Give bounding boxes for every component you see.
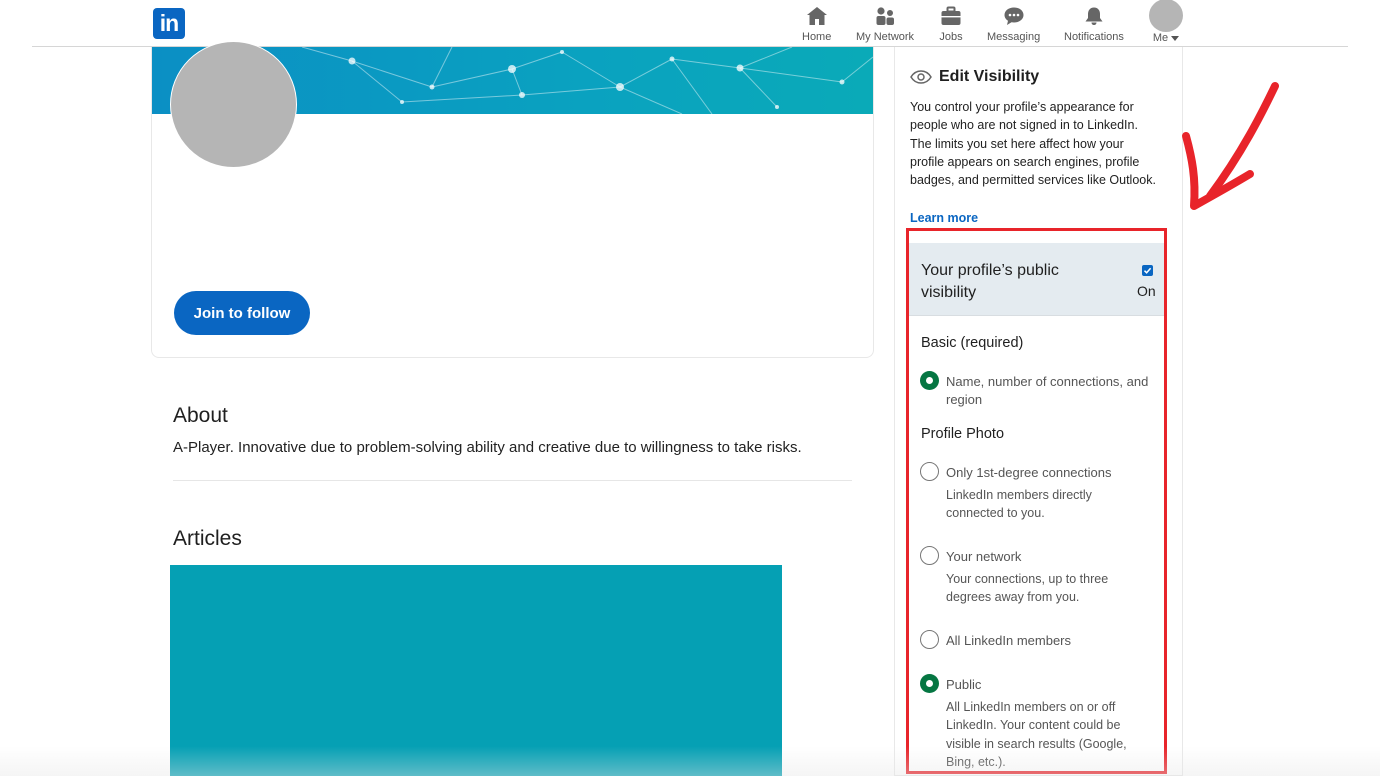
profile-avatar	[170, 41, 297, 168]
nav-messaging[interactable]: Messaging	[987, 4, 1040, 44]
nav-notifications[interactable]: Notifications	[1064, 4, 1124, 44]
nav-messaging-label: Messaging	[987, 31, 1041, 43]
logo-text: in	[159, 9, 179, 36]
basic-option-label: Name, number of connections, and region	[946, 374, 1149, 407]
photo-option-desc: Your connections, up to three degrees aw…	[946, 572, 1109, 605]
basic-radio[interactable]	[920, 371, 939, 390]
nav-home[interactable]: Home	[802, 4, 831, 44]
photo-option-label: Your network	[946, 549, 1022, 564]
edit-visibility-header: Edit Visibility	[910, 68, 1039, 86]
messaging-icon	[1002, 4, 1026, 28]
nav-notifications-label: Notifications	[1064, 31, 1124, 43]
edit-visibility-title: Edit Visibility	[939, 68, 1040, 85]
section-divider	[173, 480, 852, 481]
me-avatar[interactable]	[1149, 0, 1183, 32]
photo-option-label: Public	[946, 677, 982, 692]
annotation-arrow-icon	[1182, 82, 1279, 210]
nav-jobs[interactable]: Jobs	[939, 4, 963, 44]
briefcase-icon	[939, 4, 963, 28]
top-nav: in Home My Network Jobs Messaging Notifi…	[32, 0, 1348, 47]
nav-jobs-label: Jobs	[939, 31, 963, 43]
article-thumbnail[interactable]	[170, 565, 782, 776]
photo-radio-all-members[interactable]	[920, 630, 939, 649]
me-label: Me	[1152, 32, 1169, 44]
photo-radio-public[interactable]	[920, 674, 939, 693]
photo-option-desc: LinkedIn members directly connected to y…	[946, 488, 1092, 521]
profile-card: Join to follow	[151, 41, 874, 358]
nav-home-label: Home	[802, 31, 832, 43]
profile-photo-section-label: Profile Photo	[921, 426, 1005, 442]
linkedin-logo[interactable]: in	[153, 8, 185, 39]
home-icon	[805, 4, 829, 28]
photo-option-label: All LinkedIn members	[946, 633, 1071, 648]
about-title: About	[173, 404, 228, 427]
public-visibility-state: On	[1137, 283, 1156, 299]
caret-down-icon	[1171, 35, 1180, 41]
checkmark-icon	[1143, 267, 1152, 274]
nav-me[interactable]: Me	[1149, 0, 1183, 44]
photo-radio-network[interactable]	[920, 546, 939, 565]
me-menu[interactable]: Me	[1152, 32, 1180, 44]
about-text: A-Player. Innovative due to problem-solv…	[173, 439, 802, 456]
join-to-follow-button[interactable]: Join to follow	[174, 291, 310, 335]
basic-section-label: Basic (required)	[921, 335, 1024, 351]
public-visibility-toggle-section: Your profile’s public visibility On	[908, 243, 1165, 316]
nav-my-network[interactable]: My Network	[856, 4, 914, 44]
photo-radio-1st-degree[interactable]	[920, 462, 939, 481]
articles-title: Articles	[173, 527, 242, 550]
public-visibility-checkbox[interactable]	[1142, 265, 1153, 276]
public-visibility-title: Your profile’s public visibility	[921, 262, 1059, 301]
photo-option-label: Only 1st-degree connections	[946, 465, 1112, 480]
edit-visibility-description: You control your profile’s appearance fo…	[910, 100, 1156, 188]
photo-option-desc: All LinkedIn members on or off LinkedIn.…	[946, 700, 1127, 769]
eye-icon	[910, 70, 932, 84]
bell-icon	[1082, 4, 1106, 28]
nav-my-network-label: My Network	[856, 31, 915, 43]
network-icon	[873, 4, 897, 28]
learn-more-link[interactable]: Learn more	[910, 211, 978, 225]
